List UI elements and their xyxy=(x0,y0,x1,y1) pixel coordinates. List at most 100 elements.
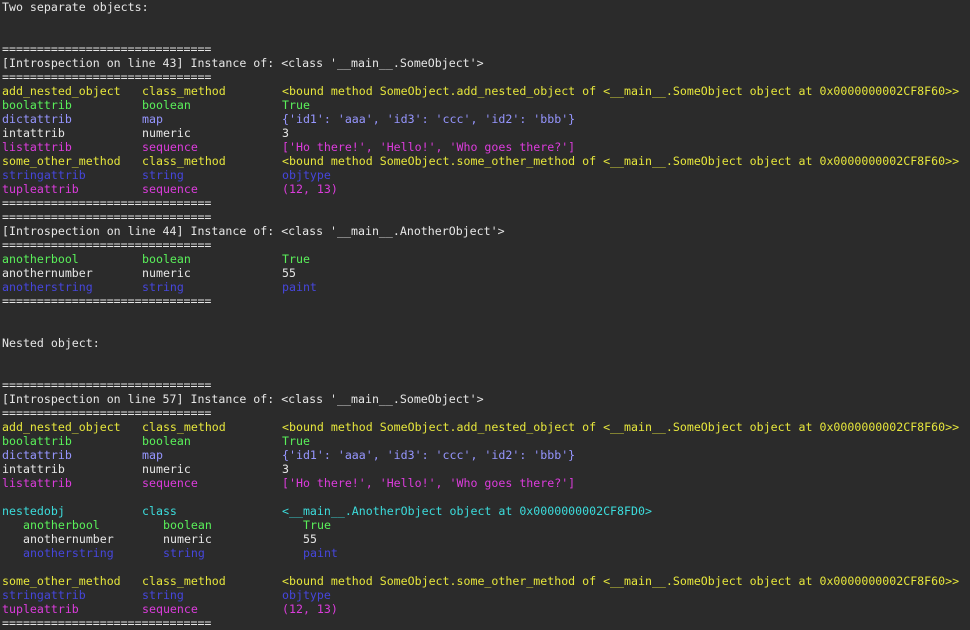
line-text: ============================== xyxy=(2,70,212,84)
attribute-row: dictattrib map {'id1': 'aaa', 'id3': 'ccc'… xyxy=(2,112,968,126)
separator-line: ============================== xyxy=(2,196,968,210)
attribute-name: tupleattrib xyxy=(2,182,79,196)
separator-line: ============================== xyxy=(2,378,968,392)
attribute-value: 3 xyxy=(282,126,289,140)
attribute-row: dictattrib map {'id1': 'aaa', 'id3': 'ccc'… xyxy=(2,448,968,462)
attribute-value: objtype xyxy=(282,168,331,182)
attribute-value: ['Ho there!', 'Hello!', 'Who goes there?… xyxy=(282,476,576,490)
attribute-value: (12, 13) xyxy=(282,182,338,196)
attribute-name: add_nested_object xyxy=(2,420,121,434)
attribute-type: numeric xyxy=(142,126,191,140)
attribute-type: string xyxy=(142,168,184,182)
separator-line: ============================== xyxy=(2,70,968,84)
attribute-name: dictattrib xyxy=(2,448,72,462)
line-text: [Introspection on line 43] Instance of: … xyxy=(2,56,484,70)
attribute-value: True xyxy=(282,434,310,448)
line-text: ============================== xyxy=(2,294,212,308)
attribute-row: intattrib numeric 3 xyxy=(2,462,968,476)
section-heading: Two separate objects: xyxy=(2,0,968,14)
line-text: [Introspection on line 44] Instance of: … xyxy=(2,224,505,238)
attribute-type: class_method xyxy=(142,574,226,588)
line-text: ============================== xyxy=(2,406,212,420)
attribute-value: True xyxy=(303,518,331,532)
separator-line: ============================== xyxy=(2,406,968,420)
attribute-row: listattrib sequence ['Ho there!', 'Hello!'… xyxy=(2,140,968,154)
attribute-value: objtype xyxy=(282,588,331,602)
nested-attribute-row: anothernumber numeric 55 xyxy=(2,532,968,546)
attribute-type: sequence xyxy=(142,602,198,616)
line-text: Nested object: xyxy=(2,336,100,350)
attribute-value: <bound method SomeObject.add_nested_obje… xyxy=(282,84,960,98)
attribute-name: listattrib xyxy=(2,476,72,490)
attribute-value: True xyxy=(282,252,310,266)
attribute-name: anotherstring xyxy=(23,546,114,560)
attribute-name: anothernumber xyxy=(23,532,114,546)
line-text: ============================== xyxy=(2,42,212,56)
attribute-row: anotherbool boolean True xyxy=(2,252,968,266)
attribute-name: tupleattrib xyxy=(2,602,79,616)
attribute-value: 3 xyxy=(282,462,289,476)
attribute-row: stringattrib string objtype xyxy=(2,588,968,602)
attribute-row: stringattrib string objtype xyxy=(2,168,968,182)
console-output[interactable]: Two separate objects: ===================… xyxy=(2,0,968,630)
attribute-type: boolean xyxy=(142,98,191,112)
attribute-value: 55 xyxy=(303,532,317,546)
attribute-type: boolean xyxy=(142,434,191,448)
attribute-type: numeric xyxy=(142,462,191,476)
attribute-row: nestedobj class <__main__.AnotherObject ob… xyxy=(2,504,968,518)
attribute-row: tupleattrib sequence (12, 13) xyxy=(2,182,968,196)
attribute-row: add_nested_object class_method <bound meth… xyxy=(2,84,968,98)
attribute-type: map xyxy=(142,448,163,462)
attribute-type: class_method xyxy=(142,154,226,168)
attribute-type: sequence xyxy=(142,476,198,490)
attribute-name: anotherbool xyxy=(2,252,79,266)
attribute-value: ['Ho there!', 'Hello!', 'Who goes there?… xyxy=(282,140,576,154)
attribute-value: {'id1': 'aaa', 'id3': 'ccc', 'id2': 'bbb… xyxy=(282,448,576,462)
separator-line: ============================== xyxy=(2,42,968,56)
attribute-type: class_method xyxy=(142,84,226,98)
attribute-name: anotherstring xyxy=(2,280,93,294)
attribute-type: string xyxy=(163,546,205,560)
nested-attribute-row: anotherstring string paint xyxy=(2,546,968,560)
attribute-name: intattrib xyxy=(2,126,65,140)
attribute-value: <bound method SomeObject.add_nested_obje… xyxy=(282,420,960,434)
attribute-row: intattrib numeric 3 xyxy=(2,126,968,140)
attribute-name: stringattrib xyxy=(2,168,86,182)
attribute-value: (12, 13) xyxy=(282,602,338,616)
attribute-row: anotherstring string paint xyxy=(2,280,968,294)
attribute-name: stringattrib xyxy=(2,588,86,602)
introspection-header: [Introspection on line 44] Instance of: … xyxy=(2,224,968,238)
attribute-value: <bound method SomeObject.some_other_meth… xyxy=(282,574,960,588)
attribute-name: listattrib xyxy=(2,140,72,154)
attribute-type: boolean xyxy=(142,252,191,266)
introspection-header: [Introspection on line 43] Instance of: … xyxy=(2,56,968,70)
attribute-name: dictattrib xyxy=(2,112,72,126)
attribute-type: string xyxy=(142,588,184,602)
attribute-type: class xyxy=(142,504,177,518)
separator-line: ============================== xyxy=(2,294,968,308)
attribute-value: paint xyxy=(303,546,338,560)
line-text: ============================== xyxy=(2,210,212,224)
attribute-value: 55 xyxy=(282,266,296,280)
attribute-type: string xyxy=(142,280,184,294)
attribute-row: anothernumber numeric 55 xyxy=(2,266,968,280)
line-text: ============================== xyxy=(2,378,212,392)
attribute-name: anotherbool xyxy=(23,518,100,532)
attribute-row: listattrib sequence ['Ho there!', 'Hello!'… xyxy=(2,476,968,490)
attribute-type: sequence xyxy=(142,140,198,154)
line-text: ============================== xyxy=(2,238,212,252)
attribute-value: {'id1': 'aaa', 'id3': 'ccc', 'id2': 'bbb… xyxy=(282,112,576,126)
attribute-row: boolattrib boolean True xyxy=(2,98,968,112)
attribute-row: some_other_method class_method <bound meth… xyxy=(2,154,968,168)
attribute-type: sequence xyxy=(142,182,198,196)
separator-line: ============================== xyxy=(2,210,968,224)
separator-line: ============================== xyxy=(2,616,968,630)
attribute-name: intattrib xyxy=(2,462,65,476)
attribute-value: True xyxy=(282,98,310,112)
